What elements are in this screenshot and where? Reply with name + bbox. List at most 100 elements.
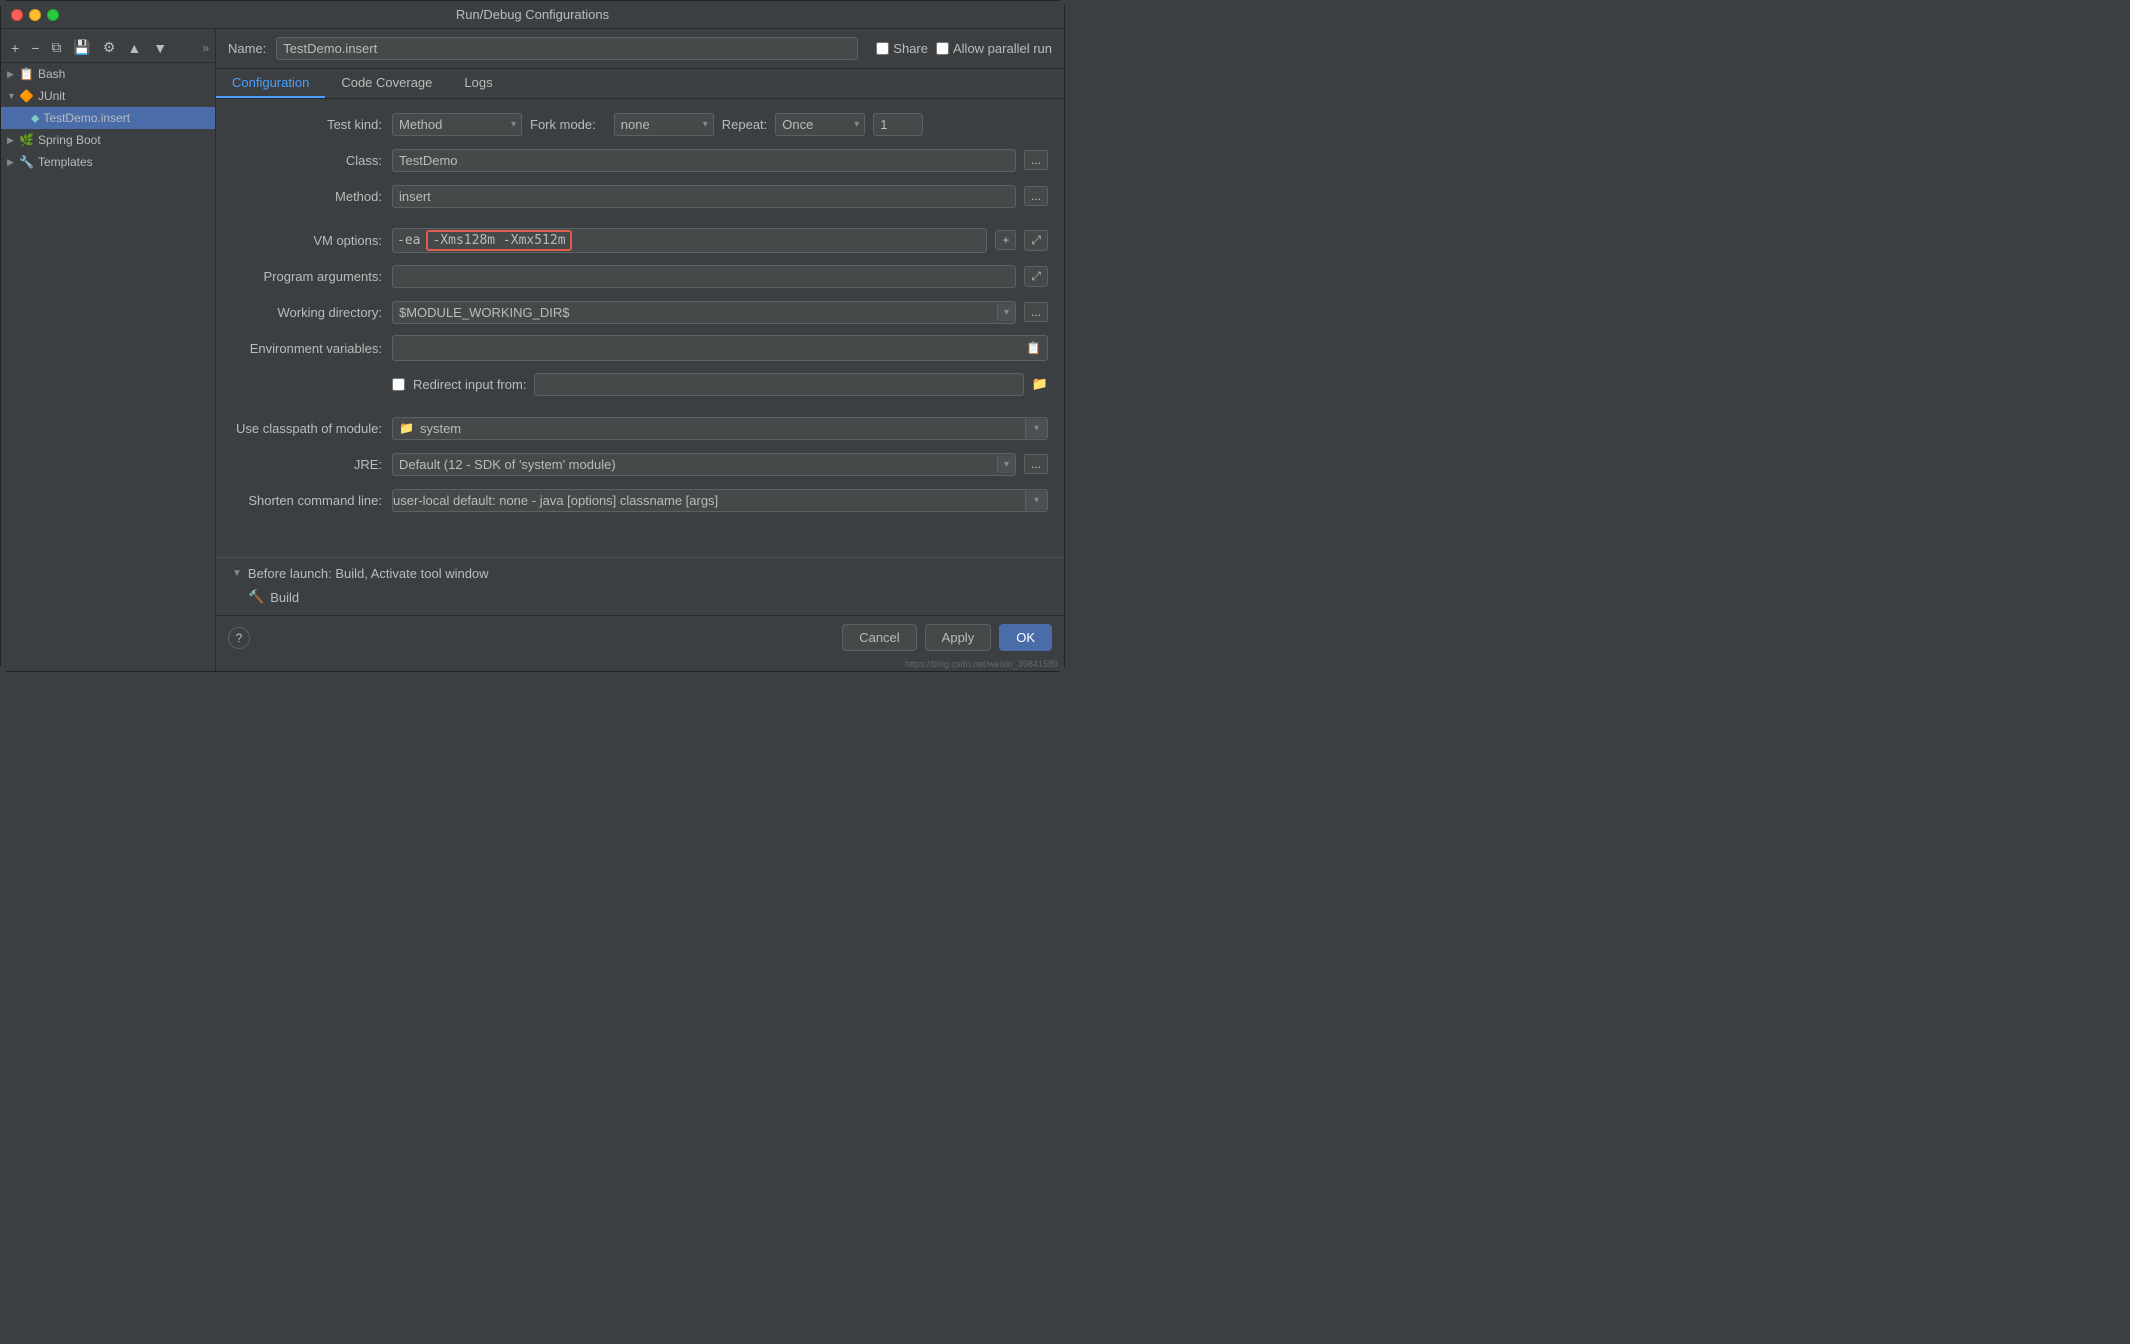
window-controls[interactable] — [11, 9, 59, 21]
share-checkbox-wrapper[interactable]: Share — [876, 41, 928, 56]
minimize-button[interactable] — [29, 9, 41, 21]
parallel-run-wrapper[interactable]: Allow parallel run — [936, 41, 1052, 56]
vm-options-container[interactable]: -ea -Xms128m -Xmx512m — [392, 228, 987, 253]
program-args-expand-button[interactable]: ⤢ — [1024, 266, 1048, 287]
class-input[interactable] — [392, 149, 1016, 172]
sidebar-item-bash-label: Bash — [38, 67, 65, 81]
test-kind-select[interactable]: Method — [392, 113, 522, 136]
env-vars-container[interactable]: 📋 — [392, 335, 1048, 361]
fork-mode-select[interactable]: none — [614, 113, 714, 136]
before-launch-item-build: 🔨 Build — [232, 587, 1048, 607]
junit-icon: 🔶 — [19, 89, 34, 103]
shorten-cmd-dropdown-button[interactable]: ▾ — [1025, 491, 1047, 510]
add-config-button[interactable]: + — [7, 38, 23, 58]
help-button[interactable]: ? — [228, 627, 250, 649]
jre-controls: ▾ ... — [392, 453, 1048, 476]
ok-button[interactable]: OK — [999, 624, 1052, 651]
class-browse-button[interactable]: ... — [1024, 150, 1048, 170]
vm-options-controls: -ea -Xms128m -Xmx512m + ⤢ — [392, 228, 1048, 253]
settings-config-button[interactable]: ⚙ — [99, 37, 120, 58]
tab-code-coverage[interactable]: Code Coverage — [325, 69, 448, 98]
test-kind-select-wrapper[interactable]: Method — [392, 113, 522, 136]
remove-config-button[interactable]: − — [27, 38, 43, 58]
bottom-bar: ? Cancel Apply OK — [216, 615, 1064, 659]
classpath-label: Use classpath of module: — [232, 421, 392, 436]
working-dir-label: Working directory: — [232, 305, 392, 320]
env-vars-row: Environment variables: 📋 — [232, 335, 1048, 361]
build-icon: 🔨 — [248, 589, 264, 605]
move-up-button[interactable]: ▲ — [123, 38, 145, 58]
redirect-input-row: Redirect input from: 📁 — [232, 371, 1048, 397]
jre-dropdown-button[interactable]: ▾ — [997, 456, 1015, 473]
redirect-folder-button[interactable]: 📁 — [1032, 376, 1048, 392]
jre-browse-button[interactable]: ... — [1024, 454, 1048, 474]
classpath-module-icon: 📁 — [393, 421, 420, 435]
before-launch-arrow-icon: ▼ — [232, 568, 242, 579]
sidebar-item-bash[interactable]: ▶ 📋 Bash — [1, 63, 215, 85]
classpath-controls: 📁 ▾ — [392, 417, 1048, 440]
sidebar-item-spring-boot-label: Spring Boot — [38, 133, 101, 147]
jre-input[interactable] — [393, 454, 997, 475]
move-down-button[interactable]: ▼ — [149, 38, 171, 58]
class-label: Class: — [232, 153, 392, 168]
vm-options-expand-button[interactable]: ⤢ — [1024, 230, 1048, 251]
test-icon: ⬥ — [31, 111, 39, 126]
jre-row: JRE: ▾ ... — [232, 451, 1048, 477]
apply-button[interactable]: Apply — [925, 624, 992, 651]
vm-options-add-button[interactable]: + — [995, 230, 1016, 250]
vm-options-prefix: -ea — [397, 233, 420, 248]
repeat-select[interactable]: Once — [775, 113, 865, 136]
env-vars-edit-button[interactable]: 📋 — [1026, 341, 1041, 355]
classpath-input[interactable] — [420, 418, 1025, 439]
program-args-controls: ⤢ — [392, 265, 1048, 288]
copy-config-button[interactable]: ⧉ — [47, 37, 65, 58]
cancel-button[interactable]: Cancel — [842, 624, 916, 651]
class-controls: ... — [392, 149, 1048, 172]
maximize-button[interactable] — [47, 9, 59, 21]
tab-logs[interactable]: Logs — [448, 69, 508, 98]
parallel-run-checkbox[interactable] — [936, 42, 949, 55]
tab-configuration[interactable]: Configuration — [216, 69, 325, 98]
program-args-input[interactable] — [392, 265, 1016, 288]
sidebar-item-testdemo-insert[interactable]: ▶ ⬥ TestDemo.insert — [1, 107, 215, 129]
title-bar: Run/Debug Configurations — [1, 1, 1064, 29]
working-dir-controls: ▾ ... — [392, 301, 1048, 324]
arrow-icon: ▶ — [7, 135, 19, 146]
env-vars-label: Environment variables: — [232, 341, 392, 356]
sidebar-item-spring-boot[interactable]: ▶ 🌿 Spring Boot — [1, 129, 215, 151]
sidebar-item-junit[interactable]: ▼ 🔶 JUnit — [1, 85, 215, 107]
repeat-count-input[interactable] — [873, 113, 923, 136]
sidebar-item-junit-label: JUnit — [38, 89, 65, 103]
fork-mode-select-wrapper[interactable]: none — [614, 113, 714, 136]
sidebar-item-templates-label: Templates — [38, 155, 93, 169]
method-input[interactable] — [392, 185, 1016, 208]
working-dir-container: ▾ — [392, 301, 1016, 324]
spring-icon: 🌿 — [19, 133, 34, 147]
before-launch-header[interactable]: ▼ Before launch: Build, Activate tool wi… — [232, 566, 1048, 581]
classpath-dropdown-button[interactable]: ▾ — [1025, 419, 1047, 438]
vm-options-highlighted: -Xms128m -Xmx512m — [426, 230, 571, 251]
sidebar: + − ⧉ 💾 ⚙ ▲ ▼ » ▶ 📋 Bash ▼ 🔶 JUnit ▶ ⬥ T… — [1, 29, 216, 671]
redirect-container: Redirect input from: 📁 — [392, 373, 1048, 396]
redirect-input-controls: Redirect input from: 📁 — [392, 373, 1048, 396]
save-config-button[interactable]: 💾 — [69, 37, 94, 58]
class-row: Class: ... — [232, 147, 1048, 173]
working-dir-browse-button[interactable]: ... — [1024, 302, 1048, 322]
close-button[interactable] — [11, 9, 23, 21]
shorten-cmd-input[interactable] — [393, 490, 1025, 511]
test-kind-label: Test kind: — [232, 117, 392, 132]
redirect-input-field[interactable] — [534, 373, 1023, 396]
jre-container: ▾ — [392, 453, 1016, 476]
method-controls: ... — [392, 185, 1048, 208]
arrow-icon: ▶ — [7, 69, 19, 80]
program-args-label: Program arguments: — [232, 269, 392, 284]
working-dir-input[interactable] — [393, 302, 997, 323]
share-checkbox[interactable] — [876, 42, 889, 55]
name-input[interactable] — [276, 37, 858, 60]
repeat-select-wrapper[interactable]: Once — [775, 113, 865, 136]
redirect-checkbox[interactable] — [392, 378, 405, 391]
method-browse-button[interactable]: ... — [1024, 186, 1048, 206]
working-dir-dropdown-button[interactable]: ▾ — [997, 304, 1015, 321]
sidebar-item-templates[interactable]: ▶ 🔧 Templates — [1, 151, 215, 173]
name-row: Name: Share Allow parallel run — [216, 29, 1064, 69]
